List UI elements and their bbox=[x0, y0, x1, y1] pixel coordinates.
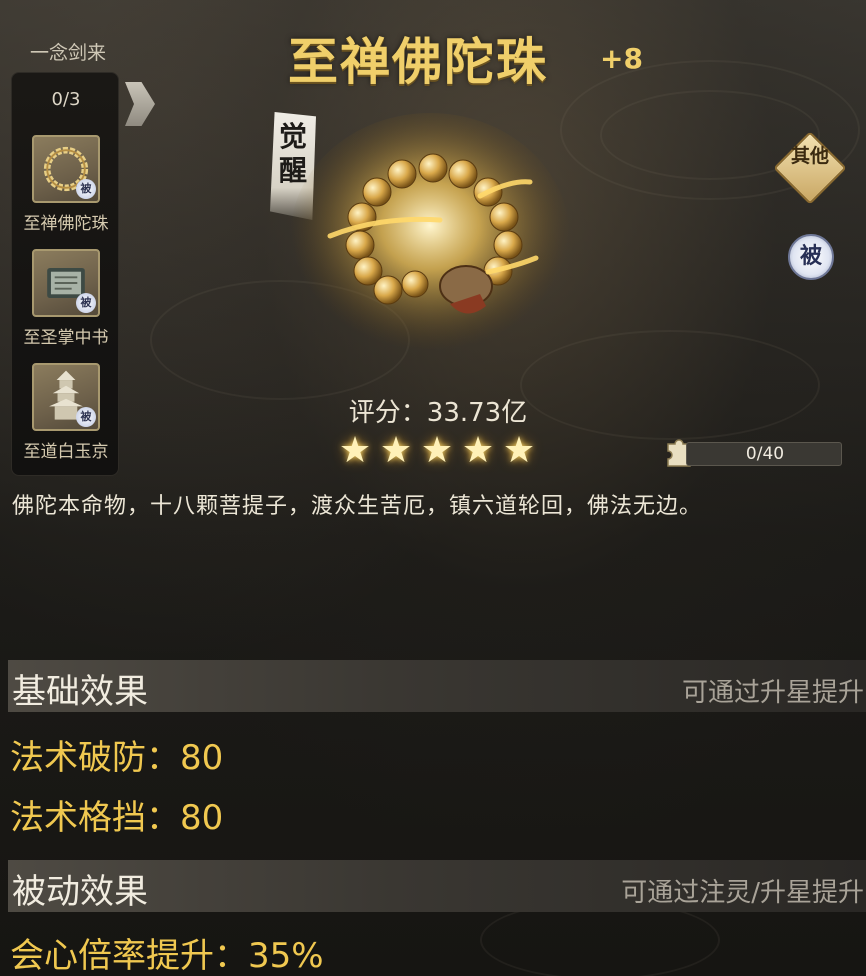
section-hint: 可通过注灵/升星提升 bbox=[621, 878, 864, 908]
star-rating: ★ ★ ★ ★ ★ bbox=[337, 433, 537, 473]
star-icon: ★ bbox=[338, 430, 372, 471]
stat-line: 法术格挡：80 bbox=[10, 798, 224, 838]
passive-badge: 被 bbox=[76, 293, 96, 313]
star-icon: ★ bbox=[420, 430, 454, 471]
expand-arrow-icon[interactable] bbox=[125, 82, 155, 126]
set-item-label: 至圣掌中书 bbox=[23, 328, 109, 348]
fragment-progress-bar: 0/40 bbox=[686, 442, 842, 466]
score-value: 33.73亿 bbox=[426, 398, 528, 428]
stat-line: 会心倍率提升：35% bbox=[10, 936, 324, 976]
item-description: 佛陀本命物，十八颗菩提子，渡众生苦厄，镇六道轮回，佛法无边。 bbox=[12, 494, 703, 519]
star-icon: ★ bbox=[461, 430, 495, 471]
other-tag-label: 其他 bbox=[790, 145, 829, 167]
item-level: +8 bbox=[600, 42, 643, 75]
section-title: 基础效果 bbox=[12, 672, 148, 712]
set-item-label: 至道白玉京 bbox=[23, 442, 109, 462]
stat-line: 法术破防：80 bbox=[10, 738, 224, 778]
score: 评分：33.73亿 bbox=[0, 392, 866, 429]
set-count: 0/3 bbox=[51, 89, 81, 110]
prayer-beads-icon: 被 bbox=[32, 135, 100, 203]
passive-tag-icon[interactable]: 被 bbox=[788, 234, 834, 280]
star-icon: ★ bbox=[502, 430, 536, 471]
scroll-book-icon: 被 bbox=[32, 249, 100, 317]
item-title: 至禅佛陀珠 bbox=[288, 33, 548, 91]
prayer-beads-icon bbox=[290, 113, 570, 363]
score-label: 评分： bbox=[348, 398, 427, 428]
fragment-progress-text: 0/40 bbox=[745, 444, 785, 464]
base-effect-header: 基础效果 可通过升星提升 bbox=[8, 660, 866, 712]
section-title: 被动效果 bbox=[12, 872, 148, 912]
passive-badge: 被 bbox=[76, 179, 96, 199]
star-icon: ★ bbox=[379, 430, 413, 471]
item-detail-screen: 一念剑来 0/3 被 至禅佛陀珠 被 至圣掌中书 被 至道白玉京 至禅佛陀珠 +… bbox=[0, 0, 866, 976]
section-hint: 可通过升星提升 bbox=[681, 678, 864, 708]
set-title: 一念剑来 bbox=[29, 42, 106, 64]
set-item-label: 至禅佛陀珠 bbox=[23, 214, 109, 234]
passive-effect-header: 被动效果 可通过注灵/升星提升 bbox=[8, 860, 866, 912]
